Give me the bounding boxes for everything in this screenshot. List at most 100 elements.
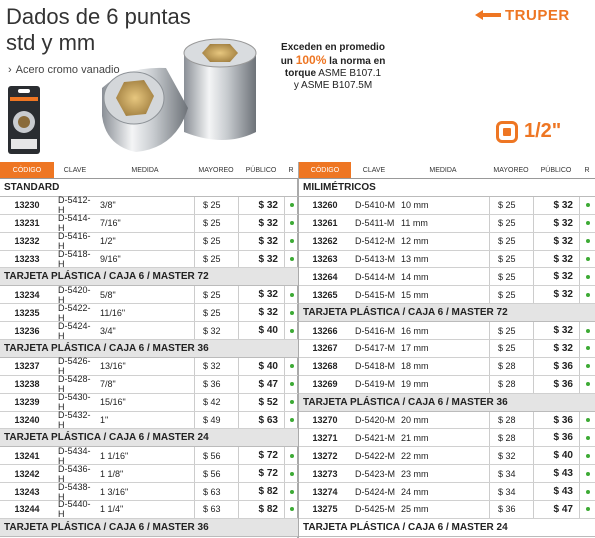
green-dot-icon	[289, 203, 294, 208]
availability-cell	[284, 250, 298, 268]
truper-logo-icon	[475, 10, 501, 20]
drive-size-label: 1/2"	[524, 120, 562, 142]
publico-cell: $ 32	[238, 232, 284, 250]
clave-cell: D-5422-H	[58, 302, 91, 323]
table-row: 13239 D-5430-H 15/16" $ 42 $ 52	[0, 392, 298, 412]
header-codigo: CÓDIGO	[299, 162, 351, 178]
table-row: 13262 D-5412-M 12 mm $ 25 $ 32	[299, 232, 595, 251]
mayoreo-cell: $ 25	[194, 304, 238, 322]
section-header: MILIMÉTRICOS	[299, 179, 595, 197]
medida-cell: 13/16"	[100, 361, 126, 372]
availability-cell	[284, 286, 298, 304]
availability-cell	[284, 501, 298, 518]
table-body: STANDARD 13230 D-5412-H 3/8" $ 25 $ 32 13231 D-…	[0, 179, 298, 537]
codigo-cell: 13242	[14, 468, 40, 479]
mayoreo-cell: $ 25	[489, 322, 533, 340]
clave-cell: D-5417-M	[355, 343, 396, 354]
mayoreo-cell: $ 25	[489, 340, 533, 357]
codigo-cell: 13233	[14, 254, 40, 264]
medida-cell: 7/8"	[100, 379, 116, 390]
mayoreo-cell: $ 28	[489, 375, 533, 393]
medida-cell: 13 mm	[401, 254, 429, 264]
mayoreo-cell: $ 36	[194, 375, 238, 393]
header-mayoreo: MAYOREO	[493, 166, 529, 174]
availability-cell	[284, 196, 298, 214]
header-r: R	[288, 166, 294, 174]
clave-cell: D-5412-H	[58, 195, 91, 216]
medida-cell: 18 mm	[401, 361, 429, 372]
availability-cell	[579, 465, 595, 483]
medida-cell: 1 1/8"	[100, 468, 124, 479]
publico-cell: $ 72	[238, 465, 284, 483]
claim-line-4: y ASME B107.5M	[293, 80, 373, 91]
publico-cell: $ 32	[533, 214, 579, 232]
codigo-cell: 13239	[14, 397, 40, 408]
header-codigo: CÓDIGO	[0, 162, 54, 178]
codigo-cell: 13243	[14, 486, 40, 497]
publico-cell: $ 32	[533, 322, 579, 340]
codigo-cell: 13271	[312, 432, 338, 443]
clave-cell: D-5416-H	[58, 231, 91, 252]
clave-cell: D-5421-M	[355, 432, 396, 443]
table-row: 13244 D-5440-H 1 1/4" $ 63 $ 82	[0, 499, 298, 520]
section-header: TARJETA PLÁSTICA / CAJA 6 / MASTER 36	[0, 518, 298, 537]
clave-cell: D-5423-M	[355, 468, 396, 479]
claim-line-3: torque ASME B107.1	[284, 68, 382, 79]
header-medida: MEDIDA	[131, 166, 159, 174]
publico-cell: $ 40	[533, 447, 579, 465]
codigo-cell: 13274	[312, 486, 338, 497]
publico-cell: $ 43	[533, 465, 579, 483]
green-dot-icon	[585, 507, 590, 512]
mayoreo-cell: $ 25	[489, 268, 533, 286]
publico-cell: $ 32	[533, 196, 579, 214]
table-row: 13240 D-5432-H 1" $ 49 $ 63	[0, 410, 298, 430]
green-dot-icon	[585, 221, 590, 226]
table-row: 13269 D-5419-M 19 mm $ 28 $ 36	[299, 375, 595, 394]
green-dot-icon	[289, 453, 294, 458]
codigo-cell: 13237	[14, 361, 40, 372]
mayoreo-cell: $ 25	[489, 250, 533, 268]
medida-cell: 21 mm	[401, 432, 429, 443]
codigo-cell: 13261	[312, 218, 338, 229]
green-dot-icon	[585, 435, 590, 440]
availability-cell	[579, 286, 595, 304]
mayoreo-cell: $ 28	[489, 411, 533, 429]
mayoreo-cell: $ 25	[194, 232, 238, 250]
clave-cell: D-5434-H	[58, 445, 91, 466]
table-row: 13233 D-5418-H 9/16" $ 25 $ 32	[0, 249, 298, 269]
table-row: 13236 D-5424-H 3/4" $ 32 $ 40	[0, 321, 298, 341]
table-body: MILIMÉTRICOS 13260 D-5410-M 10 mm $ 25 $ 32 13…	[299, 179, 595, 537]
clave-cell: D-5420-M	[355, 415, 396, 426]
codigo-cell: 13272	[312, 450, 338, 461]
drive-size-badge: 1/2"	[496, 120, 561, 143]
publico-cell: $ 32	[533, 268, 579, 286]
codigo-cell: 13264	[312, 271, 338, 282]
codigo-cell: 13270	[312, 415, 338, 426]
availability-cell	[579, 483, 595, 501]
mayoreo-cell: $ 34	[489, 483, 533, 501]
availability-cell	[579, 447, 595, 465]
clave-cell: D-5416-M	[355, 325, 396, 336]
publico-cell: $ 63	[238, 411, 284, 429]
table-row: 13270 D-5420-M 20 mm $ 28 $ 36	[299, 411, 595, 430]
medida-cell: 25 mm	[401, 504, 429, 515]
medida-cell: 11 mm	[401, 218, 428, 229]
socket-product-image	[102, 38, 257, 152]
mayoreo-cell: $ 36	[489, 501, 533, 518]
codigo-cell: 13240	[14, 415, 40, 426]
codigo-cell: 13275	[312, 504, 338, 515]
green-dot-icon	[289, 364, 294, 369]
clave-cell: D-5438-H	[58, 481, 91, 502]
medida-cell: 20 mm	[401, 415, 429, 426]
table-row: 13273 D-5423-M 23 mm $ 34 $ 43	[299, 465, 595, 484]
green-dot-icon	[585, 418, 590, 423]
clave-cell: D-5418-M	[355, 361, 396, 372]
codigo-cell: 13268	[312, 361, 338, 372]
green-dot-icon	[289, 418, 294, 423]
publico-cell: $ 32	[238, 304, 284, 322]
codigo-cell: 13235	[14, 307, 40, 318]
square-drive-icon	[496, 120, 518, 143]
publico-cell: $ 36	[533, 411, 579, 429]
mayoreo-cell: $ 56	[194, 447, 238, 465]
clave-cell: D-5440-H	[58, 499, 91, 520]
